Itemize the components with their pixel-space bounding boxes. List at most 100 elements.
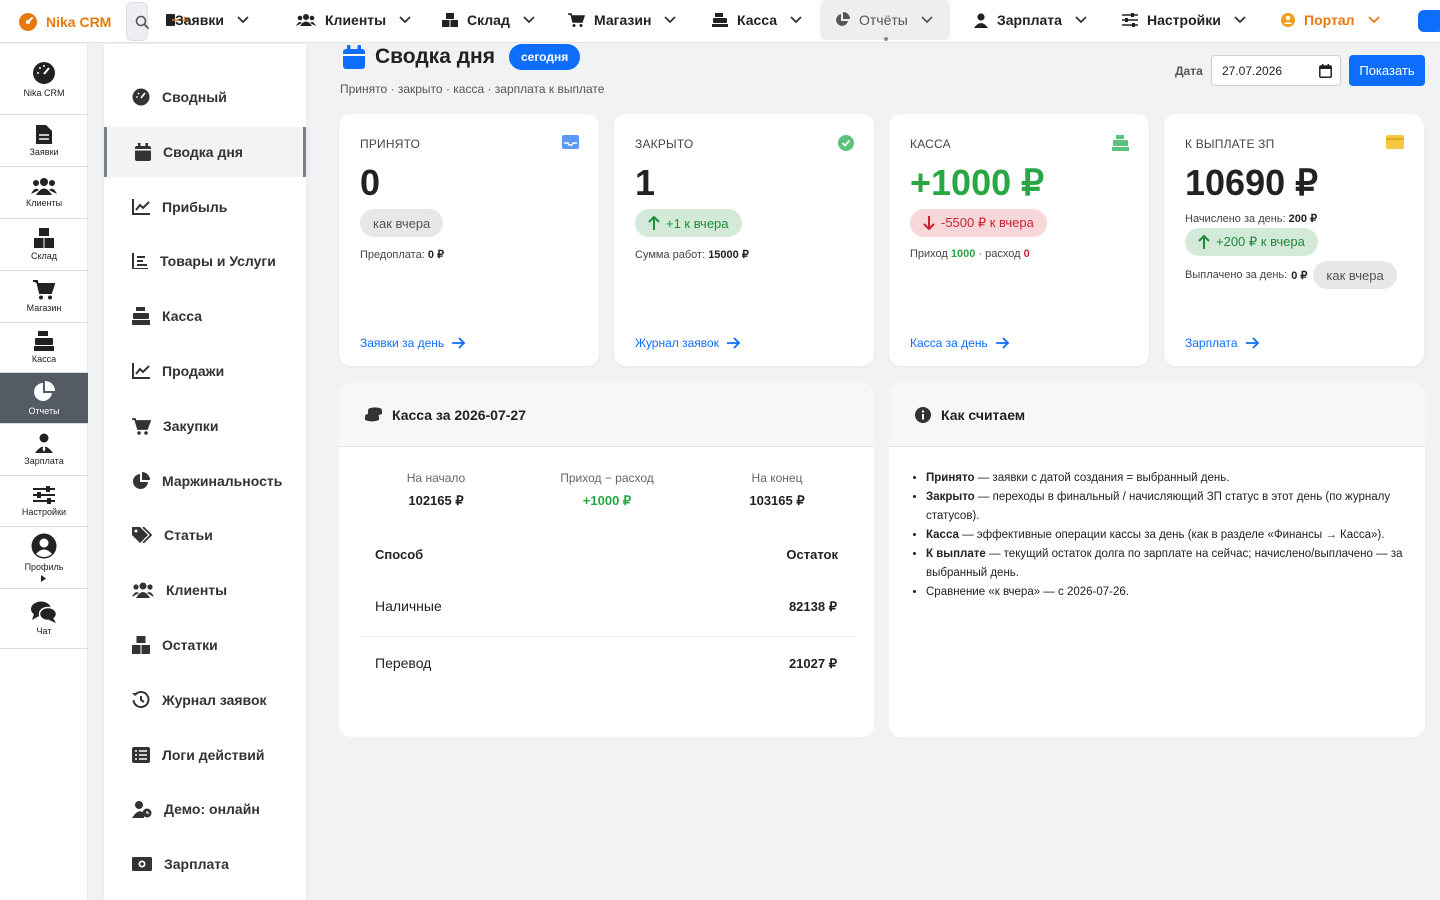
submenu-item-demo-online[interactable]: Демо: онлайн [104, 784, 306, 834]
chat-icon [31, 601, 57, 623]
paid-note: Выплачено за день: 0 ₽ как вчера [1185, 261, 1397, 289]
chevron-down-icon [664, 16, 677, 24]
requests-of-day-link[interactable]: Заявки за день [360, 336, 466, 350]
submenu-item-request-log[interactable]: Журнал заявок [104, 675, 306, 725]
rail-item-shop[interactable]: Магазин [0, 271, 88, 323]
nav-shop[interactable]: Магазин [554, 0, 690, 40]
list-item: Принято — заявки с датой создания = выбр… [926, 469, 1416, 488]
accepted-compare-badge: как вчера [360, 209, 444, 237]
brand-name: Nika CRM [46, 14, 112, 30]
explain-list: Принято — заявки с датой создания = выбр… [926, 469, 1416, 602]
show-button[interactable]: Показать [1349, 55, 1425, 86]
boxes-icon [34, 228, 54, 248]
cash-register-icon [34, 331, 54, 351]
cash-register-icon [712, 13, 728, 27]
list-item: Касса — эффективные операции кассы за де… [926, 526, 1416, 545]
cash-value: +1000 ₽ [910, 162, 1045, 203]
nav-cashbox[interactable]: Касса [698, 0, 816, 40]
cash-register-icon [132, 307, 150, 325]
pie-chart-icon [34, 380, 55, 401]
settings-corner-button[interactable] [1418, 10, 1440, 32]
request-log-link[interactable]: Журнал заявок [635, 336, 741, 350]
user-tie-icon [35, 433, 53, 453]
chevron-down-icon [523, 16, 535, 24]
submenu-item-articles[interactable]: Статьи [104, 510, 306, 560]
rail-item-salary[interactable]: Зарплата [0, 424, 88, 476]
rail-item-profile[interactable]: Профиль [0, 527, 88, 589]
submenu-item-clients[interactable]: Клиенты [104, 565, 306, 615]
caret-right-icon [41, 575, 46, 582]
gauge-icon [132, 88, 150, 106]
table-row: Наличные 82138 ₽ [359, 580, 855, 637]
submenu-item-cashbox[interactable]: Касса [104, 291, 306, 341]
submenu-item-profit[interactable]: Прибыль [104, 182, 306, 232]
list-alt-icon [132, 747, 150, 763]
cash-of-day-link[interactable]: Касса за день [910, 336, 1010, 350]
page-title-text: Сводка дня [375, 45, 495, 68]
end-balance: На конец 103165 ₽ [749, 471, 805, 508]
check-circle-icon [838, 135, 854, 151]
start-balance: На начало 102165 ₽ [406, 471, 466, 508]
line-chart-icon [132, 363, 150, 379]
cash-panel-title: Касса за 2026-07-27 [392, 406, 526, 423]
submenu-item-action-logs[interactable]: Логи действий [104, 730, 306, 780]
date-input[interactable]: 27.07.2026 [1211, 55, 1341, 86]
rail-item-home[interactable]: Nika CRM [0, 44, 88, 115]
arrow-down-icon [923, 216, 935, 230]
submenu-item-stock[interactable]: Остатки [104, 620, 306, 670]
nav-clients[interactable]: Клиенты [282, 0, 425, 40]
user-icon [974, 12, 988, 28]
arrow-right-icon [726, 337, 741, 349]
boxes-icon [132, 636, 150, 654]
line-chart-icon [132, 199, 150, 215]
rail-item-warehouse[interactable]: Склад [0, 219, 88, 271]
rail-item-chat[interactable]: Чат [0, 589, 88, 649]
rail-item-clients[interactable]: Клиенты [0, 167, 88, 219]
search-toggle[interactable] [126, 2, 149, 41]
rail-item-reports[interactable]: Отчеты [0, 373, 88, 424]
prepayment-note: Предоплата: 0 ₽ [360, 249, 445, 261]
card-label: ПРИНЯТО [360, 137, 421, 151]
user-clock-icon [132, 801, 152, 818]
sliders-icon [1122, 13, 1138, 27]
arrow-right-icon [1245, 337, 1259, 349]
list-item: Сравнение «к вчера» — с 2026-07-26. [926, 583, 1416, 602]
submenu-item-salary[interactable]: Зарплата [104, 839, 306, 889]
chevron-down-icon [790, 16, 802, 24]
users-icon [132, 582, 154, 598]
rail-item-cashbox[interactable]: Касса [0, 323, 88, 373]
submenu-item-margin[interactable]: Маржинальность [104, 456, 306, 506]
submenu-item-summary[interactable]: Сводный [104, 72, 306, 122]
rail-item-requests[interactable]: Заявки [0, 115, 88, 167]
calendar-icon [135, 143, 151, 161]
pie-chart-icon [836, 12, 850, 26]
nav-salary[interactable]: Зарплата [960, 0, 1101, 40]
chevron-down-icon [237, 16, 249, 24]
chevron-down-icon [1234, 16, 1246, 24]
arrow-up-icon [1198, 235, 1210, 249]
user-circle-icon [31, 533, 57, 559]
submenu-item-purchases[interactable]: Закупки [104, 401, 306, 451]
salary-link[interactable]: Зарплата [1185, 336, 1260, 350]
search-icon [135, 15, 149, 29]
nav-reports[interactable]: Отчёты [820, 0, 950, 40]
card-label: К ВЫПЛАТЕ ЗП [1185, 137, 1275, 151]
nav-requests[interactable]: Заявки [150, 0, 263, 40]
submenu-item-sales[interactable]: Продажи [104, 346, 306, 396]
users-icon [31, 178, 57, 195]
chevron-down-icon [921, 16, 933, 24]
nav-portal[interactable]: Портал [1267, 0, 1394, 40]
sliders-icon [33, 485, 55, 504]
arrow-right-icon [995, 337, 1010, 349]
nav-settings[interactable]: Настройки [1108, 0, 1260, 40]
payout-compare-badge: +200 ₽ к вчера [1185, 228, 1318, 256]
brand-logo[interactable]: Nika CRM [18, 12, 111, 32]
today-badge: сегодня [508, 44, 581, 70]
nav-warehouse[interactable]: Склад [428, 0, 549, 40]
submenu-item-daily[interactable]: Сводка дня [104, 127, 306, 177]
income-expense-note: Приход 1000 · расход 0 [910, 248, 1030, 260]
rail-item-settings[interactable]: Настройки [0, 476, 88, 527]
calendar-icon [343, 45, 365, 69]
arrow-right-icon [452, 337, 466, 349]
submenu-item-goods[interactable]: Товары и Услуги [104, 236, 306, 286]
